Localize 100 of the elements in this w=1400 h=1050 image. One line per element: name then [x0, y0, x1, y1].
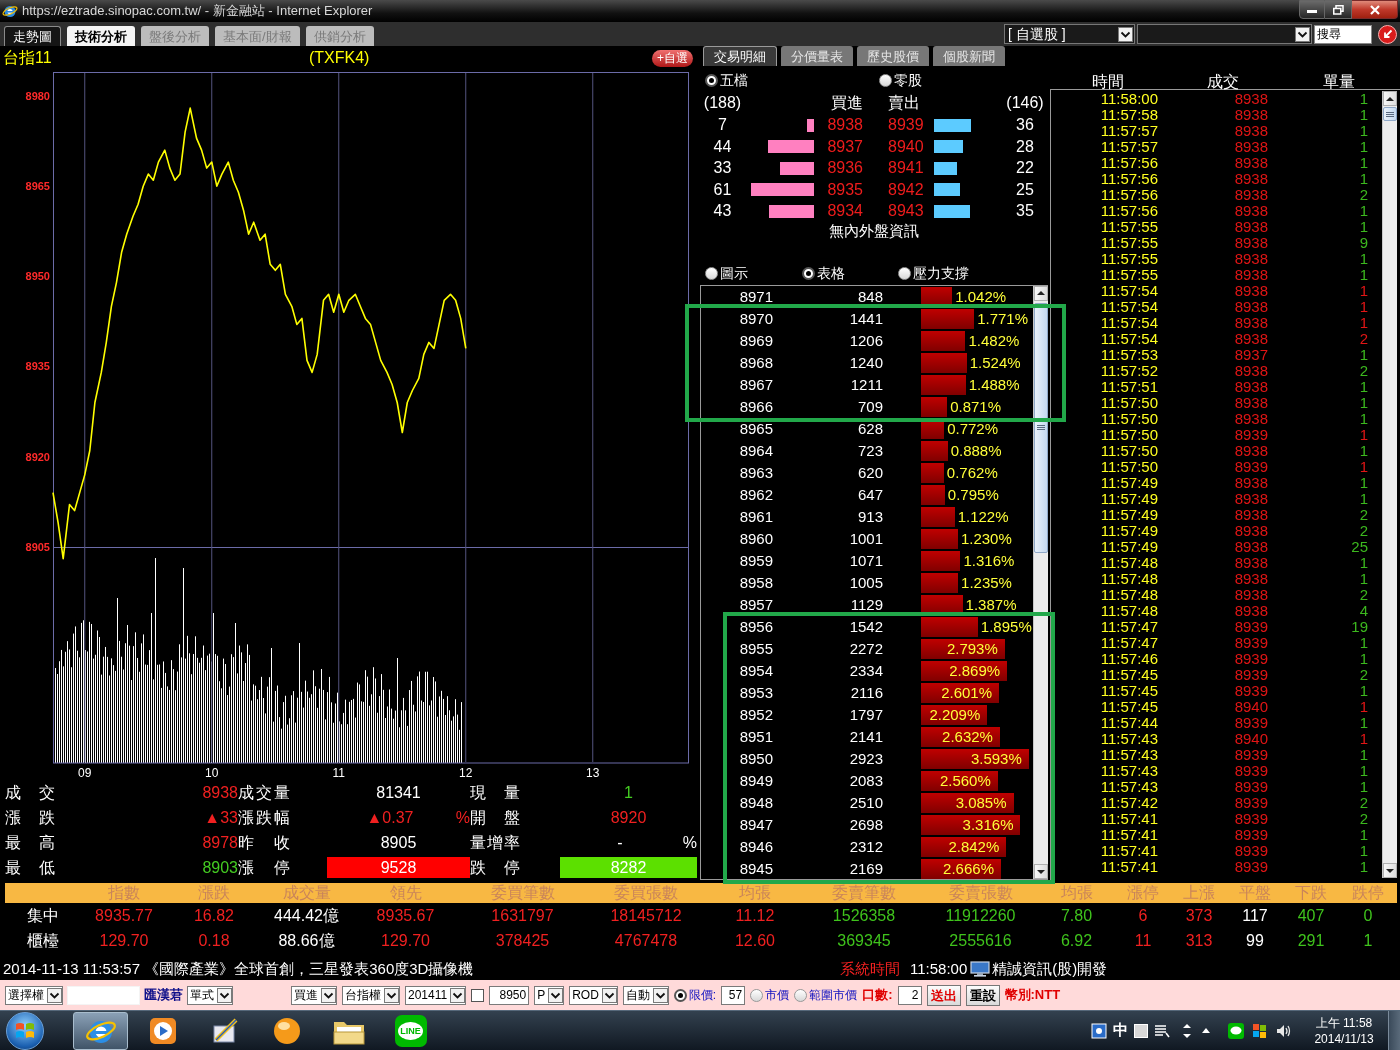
trade-price: 8938: [1233, 203, 1268, 219]
vendor-label: 精誠資訊(股)開發: [992, 958, 1108, 979]
input-field[interactable]: 2: [897, 985, 922, 1005]
watchlist-select[interactable]: [ 自選股 ]: [1004, 24, 1135, 44]
stock-select[interactable]: [1137, 24, 1312, 44]
down-arrow-icon: [1386, 868, 1394, 873]
chat-icon: [1228, 1022, 1244, 1039]
restore-button[interactable]: [1325, 0, 1352, 19]
panel-tab[interactable]: 個股新聞: [933, 46, 1005, 66]
volume-cell-text: 2334: [848, 660, 883, 681]
trade-time: 11:57:41: [1099, 827, 1158, 843]
trade-time: 11:57:48: [1099, 603, 1158, 619]
show-desktop-button[interactable]: [1388, 1011, 1400, 1050]
close-button[interactable]: [1352, 0, 1398, 19]
bid-volume-bar: [769, 204, 814, 218]
caret-icon: [384, 987, 399, 1003]
percent-label: 2.793%: [946, 638, 998, 659]
scroll-down-button[interactable]: [1383, 863, 1397, 878]
nav-tab[interactable]: 走勢圖: [4, 26, 61, 46]
dropdown[interactable]: P: [534, 985, 565, 1005]
volume-share-bar: [921, 528, 958, 549]
panel-tab[interactable]: 分價量表: [781, 46, 853, 66]
scroll-up-button[interactable]: [1034, 285, 1048, 301]
ask-price: 8943: [888, 201, 925, 221]
order-button[interactable]: 送出: [926, 984, 961, 1006]
y-tick-label: 8905: [25, 540, 50, 553]
trade-time: 11:57:57: [1099, 139, 1158, 155]
trade-price: 8939: [1233, 667, 1268, 683]
square-icon: [1134, 1023, 1148, 1038]
trade-time: 11:57:55: [1099, 219, 1158, 235]
search-field[interactable]: 搜尋: [1314, 24, 1372, 44]
scrollbar[interactable]: [1033, 285, 1048, 879]
trade-time: 11:57:44: [1099, 715, 1158, 731]
radio-button[interactable]: [750, 988, 764, 1002]
percent-label: 0.888%: [950, 440, 1002, 461]
dropdown[interactable]: 201411: [405, 985, 467, 1005]
trade-qty: 1: [1358, 555, 1368, 571]
radio-button[interactable]: [705, 74, 718, 87]
scroll-thumb[interactable]: [1383, 107, 1397, 121]
dropdown[interactable]: 選擇權: [5, 985, 63, 1005]
taskbar-button[interactable]: [73, 1011, 128, 1050]
percent-label: 3.593%: [970, 748, 1022, 769]
quote-value: 8282: [560, 857, 697, 878]
table-cell-text: 11: [1133, 930, 1153, 951]
add-watchlist-button[interactable]: +自選: [652, 49, 693, 67]
scroll-down-button[interactable]: [1034, 864, 1048, 879]
dropdown[interactable]: ROD: [569, 985, 618, 1005]
radio-button[interactable]: [879, 74, 892, 87]
minimize-button[interactable]: [1299, 0, 1325, 19]
price-cell-text: 8946: [738, 836, 773, 857]
panel-tab[interactable]: 歷史股價: [857, 46, 929, 66]
scroll-up-button[interactable]: [1383, 91, 1397, 106]
dropdown[interactable]: 台指權: [342, 985, 400, 1005]
trade-time: 11:57:46: [1099, 651, 1158, 667]
scrollbar[interactable]: [1382, 91, 1397, 878]
radio-button[interactable]: [802, 266, 815, 280]
dropdown[interactable]: 單式: [187, 985, 233, 1005]
trade-qty: 1: [1358, 427, 1368, 443]
bid-price: 8938: [826, 115, 863, 135]
trade-price: 8939: [1233, 619, 1268, 635]
trade-time: 11:57:48: [1099, 555, 1158, 571]
input-field[interactable]: 57: [721, 985, 746, 1005]
checkbox[interactable]: [471, 988, 485, 1002]
input-field[interactable]: [67, 985, 140, 1005]
panel-tab[interactable]: 交易明細: [703, 46, 777, 66]
x-tick-label: 12: [459, 766, 473, 780]
volume-cell-text: 620: [856, 462, 883, 483]
dropdown[interactable]: 買進: [291, 985, 337, 1005]
trade-price: 8938: [1233, 107, 1268, 123]
trade-price: 8939: [1233, 779, 1268, 795]
trade-time: 11:57:45: [1099, 667, 1158, 683]
trade-price: 8938: [1233, 555, 1268, 571]
order-button[interactable]: 重設: [965, 984, 1000, 1006]
volume-share-bar: [921, 462, 944, 483]
bid-qty: 7: [717, 115, 728, 135]
quote-value: 1: [623, 783, 634, 803]
trade-qty: 1: [1358, 747, 1368, 763]
trade-qty: 4: [1358, 603, 1368, 619]
field-label: 匯漢莙: [144, 986, 183, 1005]
radio-button[interactable]: [794, 988, 808, 1002]
start-button[interactable]: [6, 1011, 44, 1050]
nav-tab[interactable]: 技術分析: [67, 26, 135, 46]
contract-code: (TXFK4): [309, 48, 370, 68]
go-button[interactable]: [1378, 24, 1397, 44]
radio-button[interactable]: [898, 266, 911, 280]
input-field[interactable]: 8950: [489, 985, 530, 1005]
scroll-thumb[interactable]: [1034, 302, 1048, 553]
volume-share-bar: [921, 572, 959, 593]
price-cell-text: 8970: [738, 308, 773, 329]
y-tick-label: 8980: [25, 90, 50, 103]
trade-price: 8938: [1233, 171, 1268, 187]
dropdown[interactable]: 自動: [622, 985, 669, 1005]
radio-button[interactable]: [705, 266, 718, 280]
input-method-label: 中: [1113, 1020, 1128, 1041]
y-tick-label: 8935: [25, 360, 50, 373]
bid-qty: 43: [712, 201, 733, 221]
trade-qty: 25: [1350, 539, 1368, 555]
trade-time: 11:57:47: [1099, 619, 1158, 635]
quote-value: 8938: [201, 783, 238, 803]
radio-button[interactable]: [673, 988, 687, 1002]
